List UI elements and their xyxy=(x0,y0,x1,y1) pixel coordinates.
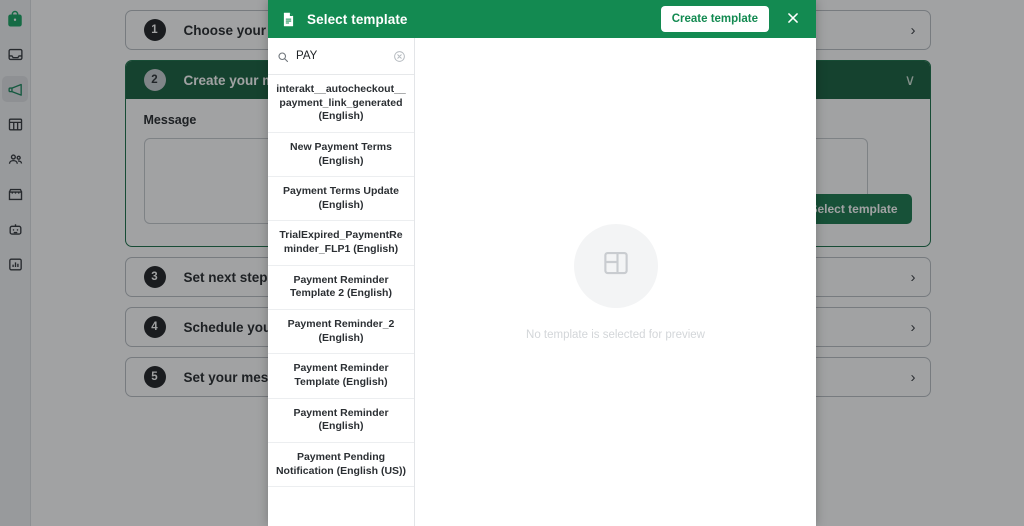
list-item[interactable]: Payment Reminder Template 2 (English) xyxy=(268,266,414,310)
list-item[interactable]: Payment Terms Update (English) xyxy=(268,177,414,221)
list-item[interactable]: Payment Reminder (English) xyxy=(268,399,414,443)
list-item[interactable]: TrialExpired_PaymentReminder_FLP1 (Engli… xyxy=(268,221,414,265)
template-list[interactable]: interakt__autocheckout__payment_link_gen… xyxy=(268,75,414,526)
app-root: 1 Choose your audience › 2 Create your m… xyxy=(0,0,1024,526)
list-item[interactable]: Payment Pending Notification (English (U… xyxy=(268,443,414,487)
clear-circle-icon[interactable] xyxy=(393,50,406,63)
list-item[interactable]: New Payment Terms (English) xyxy=(268,133,414,177)
empty-preview-text: No template is selected for preview xyxy=(526,329,705,341)
document-icon xyxy=(280,11,297,28)
list-item[interactable]: interakt__autocheckout__payment_link_gen… xyxy=(268,75,414,133)
search-input[interactable] xyxy=(296,50,393,62)
layout-template-icon xyxy=(601,248,631,283)
list-item[interactable]: Payment Reminder Template (English) xyxy=(268,354,414,398)
empty-preview-placeholder xyxy=(574,224,658,308)
template-list-pane: interakt__autocheckout__payment_link_gen… xyxy=(268,38,415,526)
template-preview-pane: No template is selected for preview xyxy=(415,38,816,526)
modal-header: Select template Create template xyxy=(268,0,816,38)
search-icon xyxy=(277,50,289,62)
list-item[interactable]: Payment Reminder_2 (English) xyxy=(268,310,414,354)
close-icon xyxy=(786,11,800,28)
modal-title: Select template xyxy=(307,12,408,27)
modal-body: interakt__autocheckout__payment_link_gen… xyxy=(268,38,816,526)
search-row xyxy=(268,38,414,75)
select-template-modal: Select template Create template xyxy=(268,0,816,526)
close-modal-button[interactable] xyxy=(779,5,807,33)
create-template-button[interactable]: Create template xyxy=(661,6,769,32)
